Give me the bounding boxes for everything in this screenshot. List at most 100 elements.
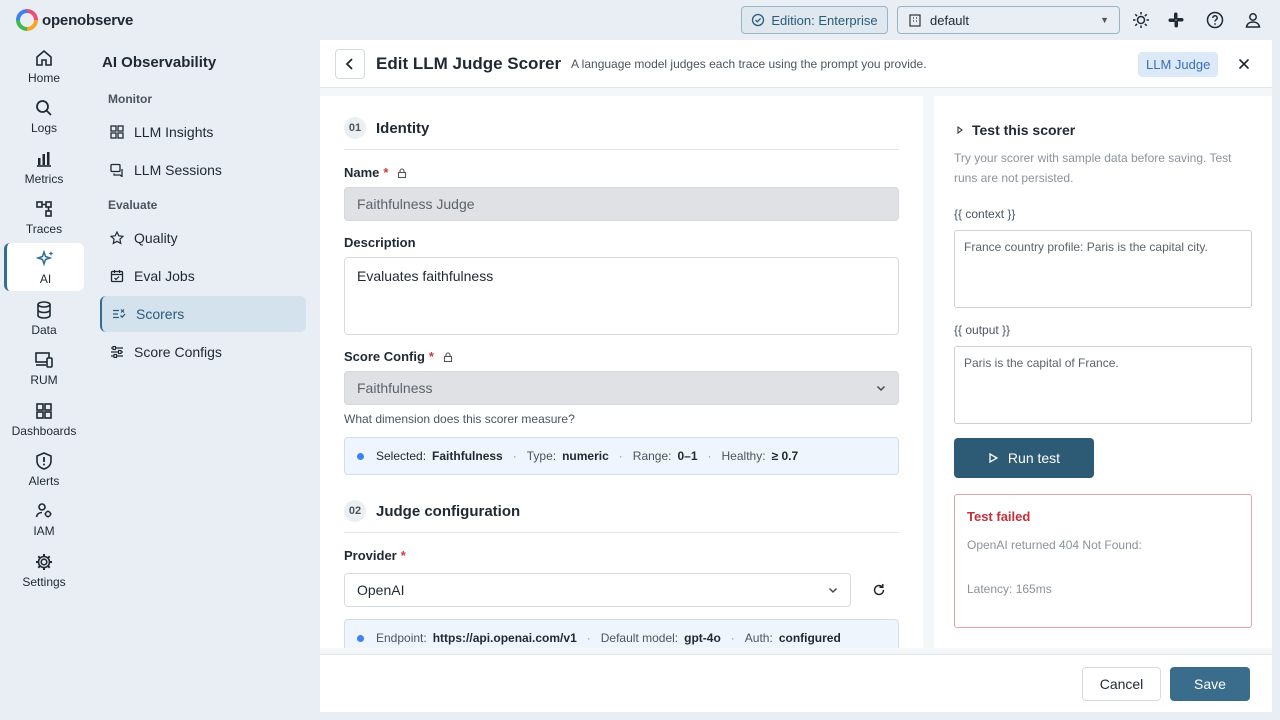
close-icon[interactable] [1234,54,1254,74]
sidebar-item-quality[interactable]: Quality [100,220,306,256]
run-test-label: Run test [1007,450,1061,466]
score-config-label: Score Config * [344,349,454,364]
test-result-title: Test failed [967,509,1031,524]
org-value: default [930,12,970,28]
chevron-left-icon [345,58,353,70]
info-dot [357,634,364,642]
info-value: https://api.openai.com/v1 [432,631,577,645]
back-button[interactable] [335,49,365,79]
test-result-message: OpenAI returned 404 Not Found: [967,538,1142,552]
lock-icon [443,351,453,362]
main-panel: Edit LLM Judge Scorer A language model j… [320,40,1272,712]
slack-icon[interactable] [1166,10,1186,30]
test-panel-description: Try your scorer with sample data before … [954,151,1232,185]
edition-button[interactable]: Edition: Enterprise [741,6,888,34]
separator: · [586,631,591,645]
nav-data[interactable]: Data [4,294,84,342]
caret-right-icon [957,126,963,134]
test-result: Test failed OpenAI returned 404 Not Foun… [954,494,1252,628]
sidebar-title: AI Observability [102,54,217,71]
nav-metrics[interactable]: Metrics [4,143,84,191]
section-identity: 01 Identity [344,117,429,139]
app-logo[interactable]: openobserve [16,9,133,31]
calendar-icon [110,270,124,283]
sun-icon[interactable] [1131,10,1151,30]
nav-alerts[interactable]: Alerts [4,445,84,493]
section-title: Identity [376,119,430,137]
test-panel: Test this scorer Try your scorer with sa… [934,96,1272,648]
divider [344,532,899,533]
nav-label: Dashboards [11,423,77,438]
scorer-type-badge: LLM Judge [1138,52,1219,77]
org-select[interactable]: default ▼ [897,6,1120,34]
sidebar-item-llm-insights[interactable]: LLM Insights [100,114,306,150]
required-marker: * [400,548,406,563]
sidebar-item-scorers[interactable]: Scorers [100,296,306,332]
separator: · [512,449,517,463]
output-input[interactable]: Paris is the capital of France. [954,346,1252,424]
info-value: gpt-4o [684,631,721,645]
page-subtitle: A language model judges each trace using… [571,57,927,71]
name-label: Name * [344,165,408,180]
name-field[interactable]: Faithfulness Judge [344,187,899,221]
nav-logs[interactable]: Logs [4,92,84,140]
context-input[interactable]: France country profile: Paris is the cap… [954,230,1252,308]
sidebar-item-label: Eval Jobs [134,268,195,284]
section-number: 02 [344,500,366,522]
info-label: Type: [526,449,557,463]
nav-label: Home [27,70,60,85]
sidebar-item-eval-jobs[interactable]: Eval Jobs [100,258,306,294]
info-value: Faithfulness [432,449,503,463]
nav-iam[interactable]: IAM [4,495,84,543]
nav-dashboards[interactable]: Dashboards [4,395,84,443]
provider-select[interactable]: OpenAI [344,573,851,607]
context-label: {{ context }} [954,207,1016,221]
provider-label: Provider * [344,548,406,563]
verified-badge-icon [752,13,765,27]
star-icon [110,231,124,245]
top-bar: openobserve Edition: Enterprise default … [0,0,1280,40]
group-evaluate: Evaluate [108,198,158,212]
user-icon[interactable] [1243,10,1263,30]
list-check-icon [113,309,126,319]
home-icon [36,49,52,66]
nav-rum[interactable]: RUM [4,344,84,392]
separator: · [707,449,712,463]
info-value: 0–1 [677,449,698,463]
nav-traces[interactable]: Traces [4,193,84,241]
sidebar-item-score-configs[interactable]: Score Configs [100,334,306,370]
dashboard-icon [36,402,52,419]
cancel-button[interactable]: Cancel [1082,667,1161,701]
save-button[interactable]: Save [1170,667,1250,701]
help-icon[interactable] [1205,10,1225,30]
info-label: Selected: [376,449,427,463]
required-marker: * [383,165,389,180]
section-title: Judge configuration [376,502,521,520]
nav-home[interactable]: Home [4,42,84,90]
score-config-hint: What dimension does this scorer measure? [344,412,575,426]
score-config-select[interactable]: Faithfulness [344,371,899,405]
sliders-icon [111,345,123,359]
info-label: Range: [632,449,672,463]
description-label: Description [344,235,416,250]
run-test-button[interactable]: Run test [954,438,1094,478]
test-panel-toggle[interactable]: Test this scorer [956,122,1075,138]
nav-label: Settings [22,574,66,589]
refresh-icon[interactable] [869,580,889,600]
nav-settings[interactable]: Settings [4,546,84,594]
score-config-info: Selected: Faithfulness · Type: numeric ·… [344,437,899,475]
description-field[interactable]: Evaluates faithfulness [344,257,899,335]
sidebar-item-label: Score Configs [134,344,222,360]
nav-ai[interactable]: AI [4,243,84,291]
nav-label: Data [31,322,57,337]
sidebar-item-label: LLM Insights [134,124,214,140]
sidebar-item-label: LLM Sessions [134,162,222,178]
ai-sidebar: AI Observability Monitor LLM Insights LL… [88,40,320,712]
name-label-text: Name [344,165,380,180]
info-value: ≥ 0.7 [771,449,799,463]
provider-label-text: Provider [344,548,397,563]
test-result-latency: Latency: 165ms [967,582,1052,596]
nav-label: IAM [33,523,55,538]
sidebar-item-llm-sessions[interactable]: LLM Sessions [100,152,306,188]
info-label: Auth: [744,631,773,645]
